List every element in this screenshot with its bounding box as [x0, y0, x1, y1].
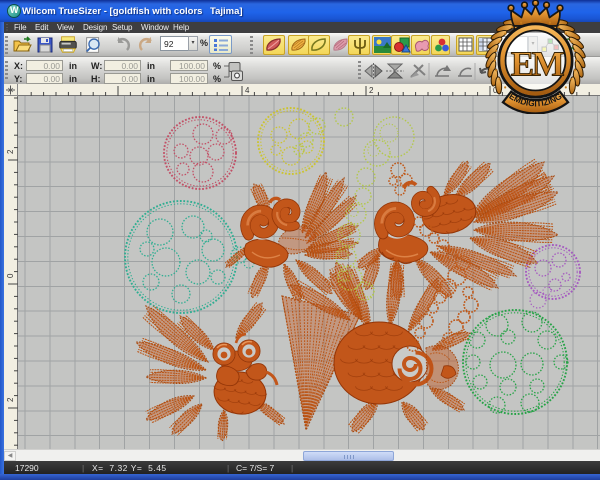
svg-text:EM: EM: [511, 45, 565, 84]
